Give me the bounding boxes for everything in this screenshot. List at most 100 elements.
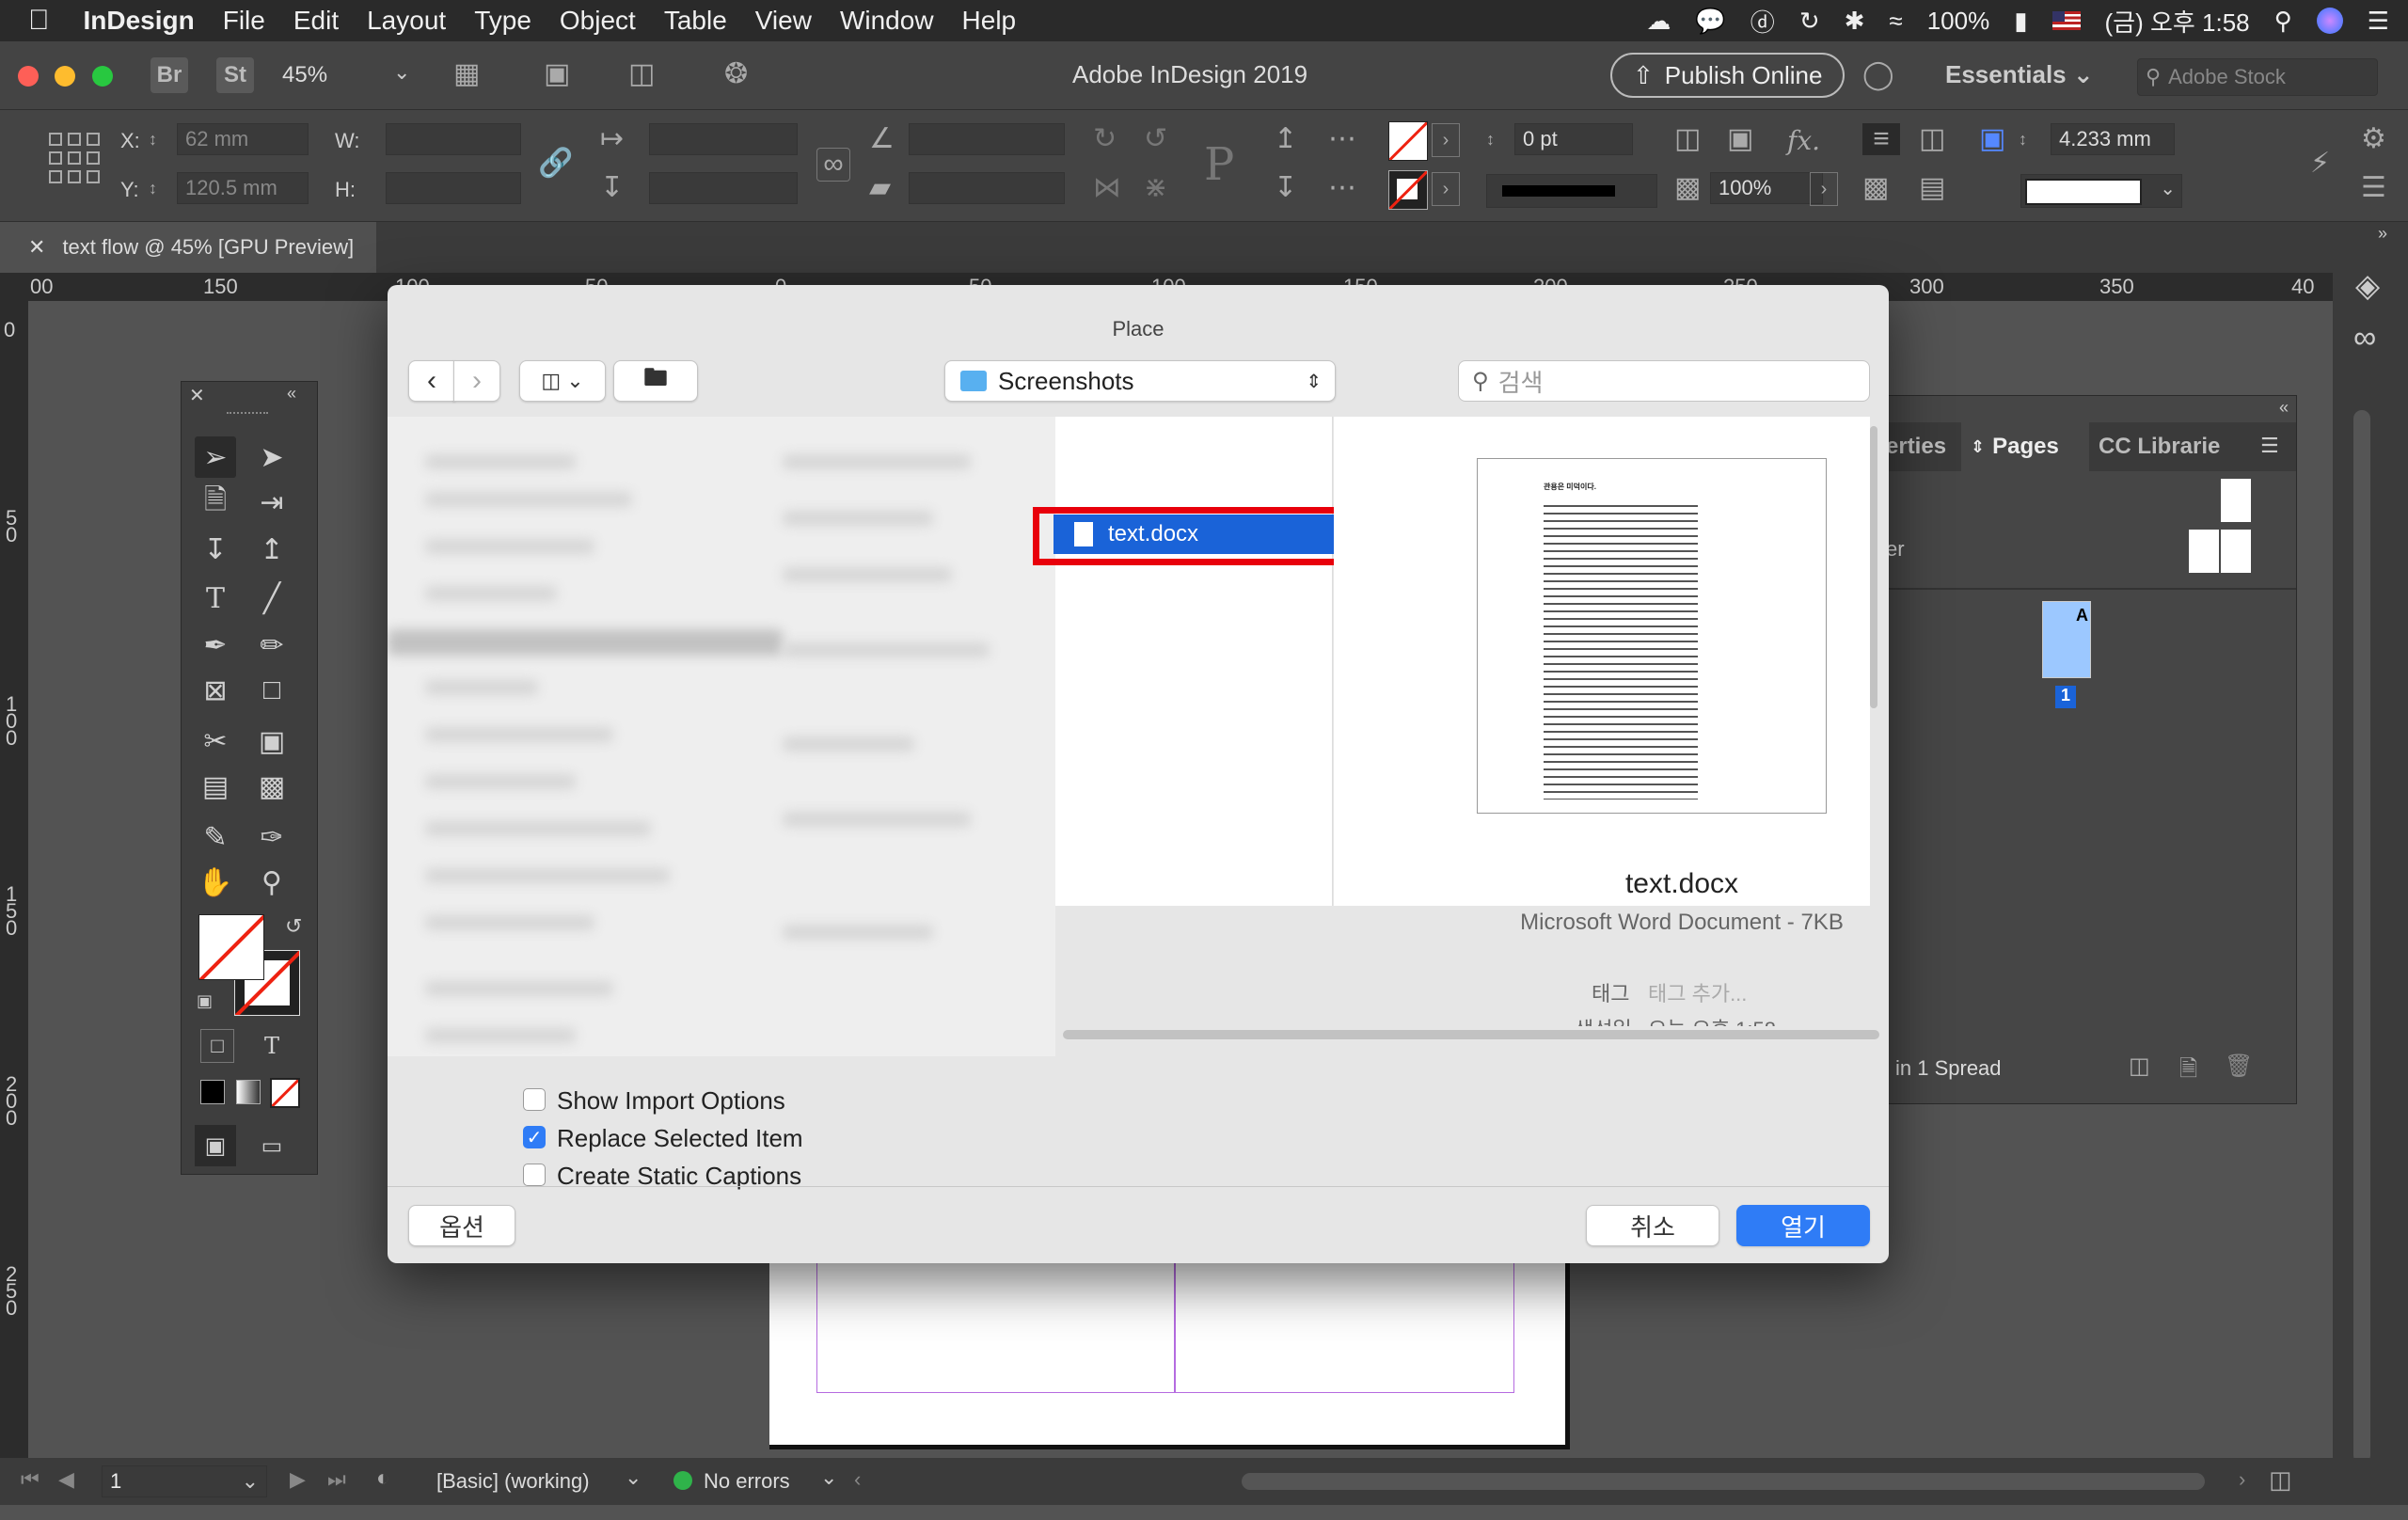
tab-cc-libraries[interactable]: CC Librarie: [2099, 434, 2220, 460]
x-stepper-icon[interactable]: ↕: [149, 123, 157, 155]
d-circle-icon[interactable]: ⓓ: [1751, 4, 1775, 39]
pencil-tool-icon[interactable]: ✏: [251, 625, 293, 666]
formatting-affects-container-icon[interactable]: □: [200, 1029, 234, 1063]
zoom-window-button[interactable]: [92, 66, 113, 87]
delete-page-icon[interactable]: 🗑: [2225, 1053, 2253, 1080]
text-frame-left[interactable]: [816, 1242, 1176, 1393]
gutter-stepper-icon[interactable]: ↕: [2019, 123, 2027, 155]
menu-file[interactable]: File: [223, 6, 265, 36]
open-document-icon[interactable]: ◐: [376, 1465, 390, 1492]
previous-page-icon[interactable]: ◀: [58, 1467, 74, 1492]
apply-none-icon[interactable]: [270, 1078, 300, 1108]
rotation-field[interactable]: [909, 123, 1065, 155]
select-next-icon[interactable]: ⋯: [1328, 123, 1356, 155]
page-thumbnail[interactable]: A: [2042, 601, 2091, 678]
menu-object[interactable]: Object: [560, 6, 636, 36]
apple-icon[interactable]: : [28, 5, 50, 37]
gutter-field[interactable]: 4.233 mm: [2051, 123, 2175, 155]
select-previous-icon[interactable]: ⋯: [1328, 172, 1356, 204]
panel-menu-icon[interactable]: ☰: [2361, 172, 2386, 204]
scissors-tool-icon[interactable]: ✂: [195, 720, 236, 762]
default-colors-icon[interactable]: ▣: [197, 991, 213, 1011]
hand-tool-icon[interactable]: ✋: [195, 862, 236, 903]
create-static-captions-checkbox[interactable]: [523, 1164, 546, 1186]
selection-tool-icon[interactable]: ➢: [195, 436, 236, 478]
span-columns-icon[interactable]: ◫: [1919, 123, 1945, 155]
scroll-right-icon[interactable]: ›: [2239, 1467, 2245, 1492]
flip-vertical-icon[interactable]: ⋇: [1144, 172, 1167, 204]
cancel-button[interactable]: 취소: [1586, 1205, 1719, 1246]
drop-shadow-icon[interactable]: ▣: [1727, 123, 1753, 155]
select-content-icon[interactable]: ↧: [1274, 172, 1297, 204]
pen-tool-icon[interactable]: ✒: [195, 625, 236, 666]
menu-help[interactable]: Help: [962, 6, 1017, 36]
swap-colors-icon[interactable]: ↺: [285, 914, 302, 939]
time-machine-icon[interactable]: ↻: [1799, 7, 1820, 36]
wifi-icon[interactable]: ≈: [1889, 7, 1902, 36]
rotation-angle-icon[interactable]: ∠: [869, 123, 895, 155]
vertical-ruler[interactable]: 0 5 0 1 0 0 1 5 0 2 0 0 2 5 0: [0, 301, 28, 1458]
app-menu[interactable]: InDesign: [84, 6, 195, 36]
zoom-level[interactable]: 45%: [282, 62, 327, 88]
options-button[interactable]: 옵션: [408, 1205, 515, 1246]
creative-cloud-icon[interactable]: ☁: [1646, 7, 1671, 36]
split-layout-icon[interactable]: ◫: [2269, 1465, 2292, 1495]
edit-page-size-icon[interactable]: ◫: [2129, 1053, 2150, 1080]
zoom-chevron-icon[interactable]: ⌄: [393, 60, 410, 85]
chevron-down-icon[interactable]: ⌄: [625, 1465, 642, 1490]
text-frame-right[interactable]: [1174, 1242, 1514, 1393]
search-field[interactable]: ⚲ 검색: [1458, 360, 1870, 402]
show-import-options-checkbox[interactable]: [523, 1088, 546, 1111]
select-container-icon[interactable]: ↥: [1274, 123, 1297, 155]
new-folder-button[interactable]: 🖿: [613, 360, 698, 402]
normal-view-icon[interactable]: ▣: [195, 1125, 236, 1166]
fill-menu-icon[interactable]: ›: [1432, 123, 1460, 157]
master-spread-thumbnail[interactable]: [2189, 530, 2251, 573]
stroke-menu-icon[interactable]: ›: [1432, 172, 1460, 206]
gutter-icon[interactable]: ▣: [1979, 123, 2005, 155]
align-columns-icon[interactable]: ≡: [1862, 123, 1900, 155]
rectangle-frame-tool-icon[interactable]: ⊠: [195, 670, 236, 711]
siri-icon[interactable]: [2316, 8, 2343, 34]
gap-tool-icon[interactable]: ⇥: [251, 482, 293, 523]
screen-mode-icon[interactable]: ▣: [544, 58, 570, 90]
formatting-affects-text-icon[interactable]: T: [251, 1025, 293, 1067]
last-page-icon[interactable]: ⏭: [327, 1467, 346, 1492]
chevron-down-icon[interactable]: ⌄: [820, 1465, 837, 1490]
none-master-thumbnail[interactable]: [2221, 479, 2251, 522]
stroke-weight-field[interactable]: 0 pt: [1514, 123, 1633, 155]
page-tool-icon[interactable]: 🗎: [195, 482, 236, 523]
reference-point-icon[interactable]: [49, 133, 100, 183]
shear-field[interactable]: [909, 172, 1065, 204]
menu-type[interactable]: Type: [474, 6, 531, 36]
preflight-status[interactable]: No errors: [704, 1469, 790, 1494]
location-popup[interactable]: Screenshots ⇕: [944, 360, 1336, 402]
menu-window[interactable]: Window: [840, 6, 934, 36]
frame-type-dropdown[interactable]: ⌄: [2020, 174, 2182, 208]
preview-vertical-scrollbar[interactable]: [1868, 426, 1879, 906]
screen-mode-icon[interactable]: ▭: [251, 1125, 293, 1166]
bridge-button[interactable]: Br: [150, 57, 188, 93]
new-page-icon[interactable]: 🗎: [2179, 1053, 2197, 1091]
scale-x-field[interactable]: [649, 123, 798, 155]
content-placer-tool-icon[interactable]: ↥: [251, 529, 293, 570]
vertical-justify-icon[interactable]: ▤: [1919, 172, 1945, 204]
type-tool-icon[interactable]: T: [195, 578, 236, 619]
h-field[interactable]: [386, 172, 521, 204]
collapse-panel-icon[interactable]: «: [287, 384, 296, 404]
apply-gradient-icon[interactable]: [236, 1080, 261, 1104]
publish-online-button[interactable]: ⇧ Publish Online: [1610, 53, 1846, 98]
direct-selection-tool-icon[interactable]: ➤: [251, 436, 293, 478]
paragraph-p-icon[interactable]: P: [1204, 138, 1234, 191]
note-tool-icon[interactable]: ✎: [195, 816, 236, 858]
menu-layout[interactable]: Layout: [367, 6, 446, 36]
scale-y-icon[interactable]: ↧: [600, 172, 624, 204]
menu-table[interactable]: Table: [664, 6, 727, 36]
stroke-type-dropdown[interactable]: [1486, 174, 1657, 208]
adobe-stock-search[interactable]: ⚲ Adobe Stock: [2137, 58, 2378, 96]
zoom-tool-icon[interactable]: ⚲: [251, 862, 293, 903]
flag-icon[interactable]: [2052, 11, 2081, 30]
opacity-field[interactable]: 100%: [1710, 172, 1823, 204]
document-page[interactable]: [769, 1242, 1570, 1449]
battery-percent[interactable]: 100%: [1927, 7, 1990, 36]
